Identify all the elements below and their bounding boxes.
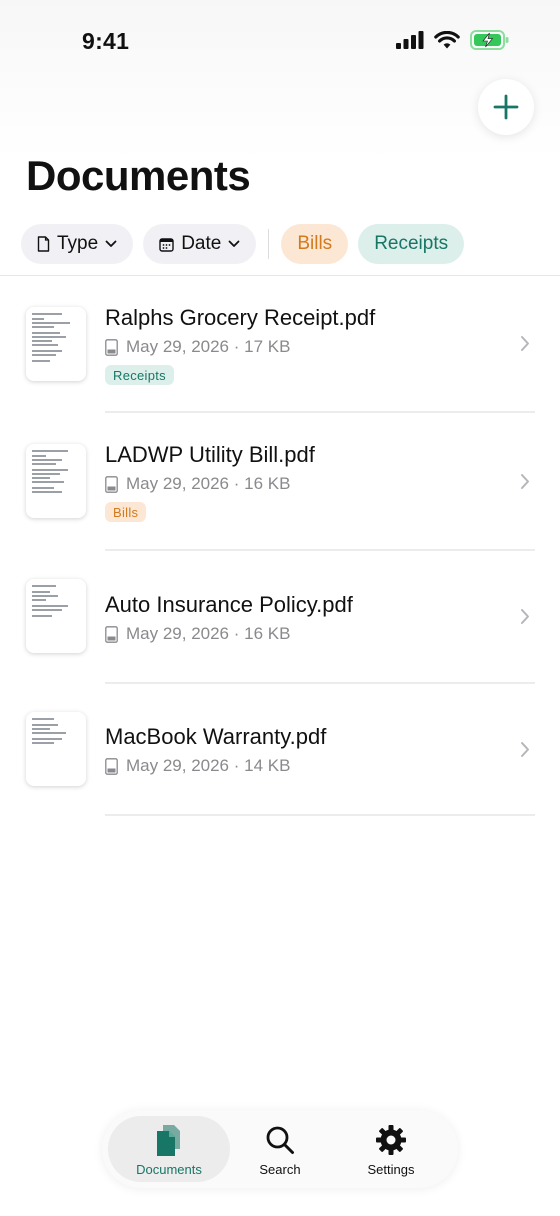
- document-date-size: May 29, 2026 · 16 KB: [126, 624, 291, 643]
- document-row[interactable]: LADWP Utility Bill.pdf May 29, 2026 · 16…: [0, 412, 560, 551]
- tab-search[interactable]: Search: [219, 1116, 341, 1182]
- document-list: Ralphs Grocery Receipt.pdf May 29, 2026 …: [0, 276, 560, 816]
- document-name: Ralphs Grocery Receipt.pdf: [105, 305, 376, 330]
- tab-bar: Documents Search Settings: [102, 1110, 458, 1188]
- wifi-icon: [434, 30, 460, 48]
- row-separator: [105, 814, 535, 816]
- chevron-down-icon: [228, 240, 240, 247]
- pdf-file-icon: [105, 625, 118, 643]
- status-time: 9:41: [82, 28, 130, 54]
- document-thumbnail: [26, 579, 86, 653]
- document-date-size: May 29, 2026 · 14 KB: [126, 756, 291, 775]
- date-filter-button[interactable]: Date: [143, 224, 257, 264]
- document-icon: [37, 236, 50, 252]
- chevron-down-icon: [105, 240, 117, 247]
- pdf-file-icon: [105, 475, 118, 493]
- document-meta: May 29, 2026 · 16 KB: [105, 624, 290, 644]
- bills-tag: Bills: [105, 502, 147, 522]
- cellular-signal-icon: [396, 31, 424, 49]
- tab-search-label: Search: [259, 1162, 301, 1177]
- filter-divider: [268, 229, 270, 259]
- tab-documents[interactable]: Documents: [108, 1116, 230, 1182]
- status-bar: 9:41: [0, 0, 560, 84]
- page-title: Documents: [26, 152, 251, 199]
- calendar-icon: [159, 237, 174, 252]
- document-name: Auto Insurance Policy.pdf: [105, 592, 353, 617]
- document-name: MacBook Warranty.pdf: [105, 724, 327, 749]
- document-date-size: May 29, 2026 · 17 KB: [126, 337, 291, 356]
- receipts-tag-filter[interactable]: Receipts: [358, 224, 465, 264]
- chevron-right-icon: [520, 741, 530, 763]
- document-meta: May 29, 2026 · 14 KB: [105, 756, 290, 776]
- type-filter-button[interactable]: Type: [21, 224, 134, 264]
- document-thumbnail: [26, 444, 86, 518]
- document-thumbnail: [26, 307, 86, 381]
- chevron-right-icon: [520, 608, 530, 630]
- tab-documents-label: Documents: [136, 1162, 202, 1177]
- search-icon: [265, 1123, 295, 1157]
- add-document-button[interactable]: [478, 79, 534, 135]
- tab-settings[interactable]: Settings: [330, 1116, 452, 1182]
- filter-bar: Type Date Bills Receipts: [21, 224, 465, 264]
- document-name: LADWP Utility Bill.pdf: [105, 442, 315, 467]
- battery-charging-icon: [470, 30, 509, 50]
- date-filter-label: Date: [181, 233, 222, 254]
- receipts-tag: Receipts: [105, 365, 174, 385]
- document-meta: May 29, 2026 · 17 KB: [105, 337, 290, 357]
- pdf-file-icon: [105, 338, 118, 356]
- plus-icon: [493, 94, 519, 120]
- document-date-size: May 29, 2026 · 16 KB: [126, 474, 291, 493]
- pdf-file-icon: [105, 757, 118, 775]
- bills-tag-filter[interactable]: Bills: [281, 224, 349, 264]
- document-row[interactable]: Auto Insurance Policy.pdf May 29, 2026 ·…: [0, 550, 560, 684]
- document-meta: May 29, 2026 · 16 KB: [105, 474, 290, 494]
- documents-icon: [153, 1123, 185, 1157]
- type-filter-label: Type: [57, 233, 99, 254]
- tab-settings-label: Settings: [367, 1162, 415, 1177]
- chevron-right-icon: [520, 335, 530, 357]
- document-row[interactable]: Ralphs Grocery Receipt.pdf May 29, 2026 …: [0, 276, 560, 413]
- gear-icon: [375, 1123, 407, 1157]
- document-thumbnail: [26, 712, 86, 786]
- chevron-right-icon: [520, 473, 530, 495]
- document-row[interactable]: MacBook Warranty.pdf May 29, 2026 · 14 K…: [0, 683, 560, 816]
- status-icons: [396, 30, 510, 50]
